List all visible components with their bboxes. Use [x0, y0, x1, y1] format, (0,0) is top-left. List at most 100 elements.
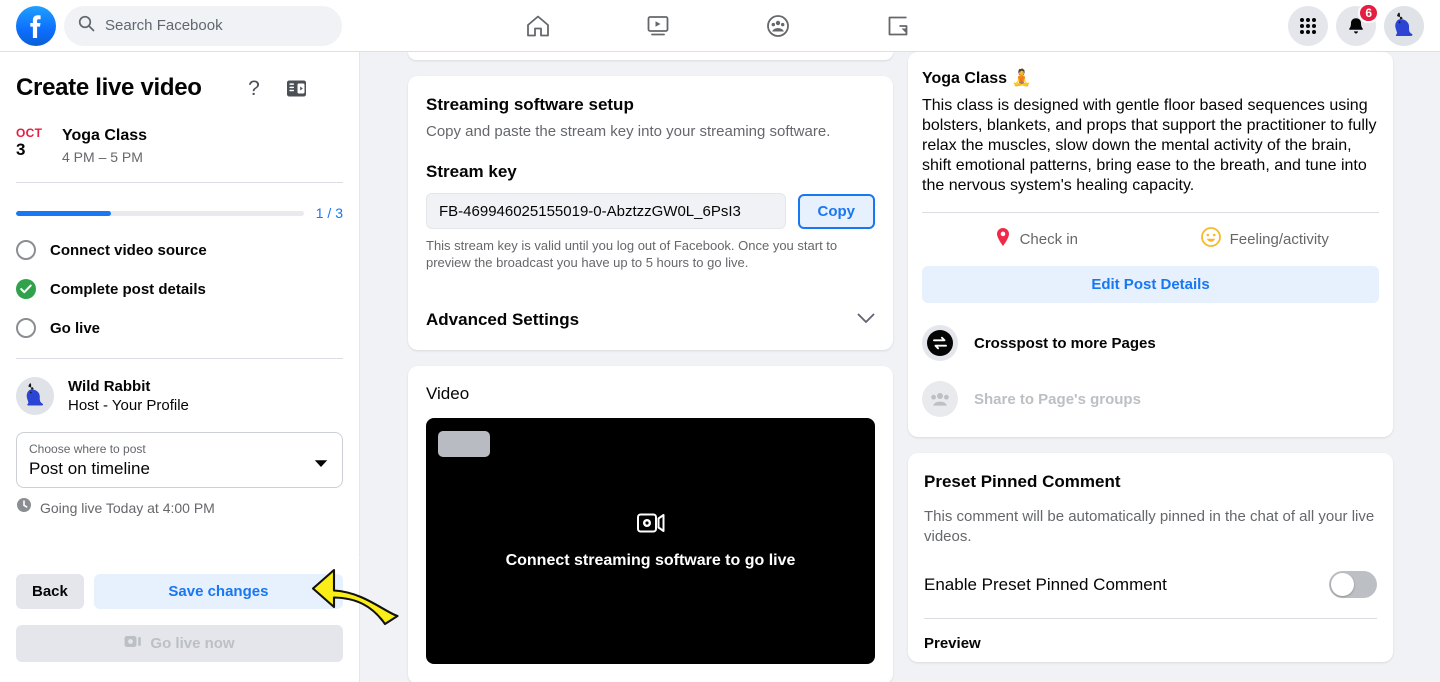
save-changes-button[interactable]: Save changes: [93, 574, 343, 609]
sidebar-divider-1: [16, 182, 343, 183]
edit-post-details-button[interactable]: Edit Post Details: [922, 266, 1379, 303]
sidebar-header-actions: ?: [244, 77, 343, 99]
video-section-title: Video: [426, 384, 470, 403]
pinned-comment-preview-label: Preview: [924, 635, 981, 652]
video-placeholder-chip: [438, 431, 490, 457]
crosspost-row[interactable]: Crosspost to more Pages: [922, 325, 1379, 361]
nav-right-group: 6: [1288, 0, 1424, 52]
host-row: Wild Rabbit Host - Your Profile: [16, 377, 343, 415]
page-title: Create live video: [16, 74, 202, 101]
setup-progress: 1 / 3: [16, 205, 343, 221]
going-live-status: Going live Today at 4:00 PM: [16, 497, 343, 518]
host-text-group: Wild Rabbit Host - Your Profile: [68, 377, 189, 415]
host-name: Wild Rabbit: [68, 378, 151, 395]
sidebar-footer-actions: Back Save changes Go live now: [0, 557, 360, 682]
camera-preview-icon: [636, 513, 665, 538]
copy-stream-key-button[interactable]: Copy: [797, 193, 875, 229]
nav-gaming-icon[interactable]: [838, 1, 958, 51]
smiley-face-icon: [1200, 227, 1221, 252]
video-preview-stage[interactable]: Connect streaming software to go live: [426, 418, 875, 664]
primary-button-row: Back Save changes: [16, 574, 343, 609]
advanced-settings-toggle[interactable]: Advanced Settings: [426, 310, 875, 330]
step-go-live[interactable]: Go live: [16, 318, 343, 338]
facebook-logo-icon[interactable]: [16, 5, 56, 46]
clock-icon: [16, 497, 32, 518]
grid-menu-icon[interactable]: [1288, 6, 1328, 46]
event-day: 3: [16, 140, 26, 159]
facebook-live-producer-page: Search Facebook 6 Create live video ? OC…: [0, 0, 1440, 682]
top-navigation-bar: Search Facebook 6: [0, 0, 1440, 52]
preset-pinned-comment-card: Preset Pinned Comment This comment will …: [908, 453, 1393, 662]
notifications-bell-icon[interactable]: 6: [1336, 3, 1379, 46]
streaming-card-body: Streaming software setup Copy and paste …: [408, 76, 893, 350]
event-name: Yoga Class: [62, 127, 148, 144]
stream-key-title: Stream key: [426, 162, 517, 181]
feeling-activity-button[interactable]: Feeling/activity: [1151, 215, 1380, 264]
profile-avatar[interactable]: [1384, 6, 1424, 46]
chevron-down-icon: [314, 455, 328, 473]
go-live-now-label: Go live now: [150, 635, 235, 652]
event-text-group: Yoga Class 4 PM – 5 PM: [62, 126, 147, 167]
crosspost-icon: [922, 325, 958, 361]
toggle-knob: [1331, 573, 1354, 596]
step-label: Connect video source: [50, 241, 207, 259]
post-action-row: Check in Feeling/activity: [922, 215, 1379, 264]
notification-badge: 6: [1358, 3, 1379, 23]
crosspost-label: Crosspost to more Pages: [974, 334, 1156, 352]
step-complete-post-details[interactable]: Complete post details: [16, 279, 343, 299]
going-live-text: Going live Today at 4:00 PM: [40, 499, 215, 516]
streaming-setup-title: Streaming software setup: [426, 95, 634, 114]
feeling-activity-label: Feeling/activity: [1229, 231, 1329, 248]
scheduled-event-summary: OCT 3 Yoga Class 4 PM – 5 PM: [16, 126, 343, 167]
advanced-settings-label: Advanced Settings: [426, 310, 580, 329]
step-incomplete-icon: [16, 240, 36, 260]
step-label: Complete post details: [50, 280, 206, 298]
nav-center-group: [478, 0, 958, 52]
right-column: Yoga Class 🧘 This class is designed with…: [908, 52, 1393, 682]
video-card-body: Video Connect streaming software to go l…: [408, 366, 893, 682]
step-complete-icon: [16, 279, 36, 299]
video-card: Video Connect streaming software to go l…: [408, 366, 893, 682]
nav-watch-icon[interactable]: [598, 1, 718, 51]
share-to-groups-label: Share to Page's groups: [974, 390, 1141, 408]
host-avatar: [16, 377, 54, 415]
go-live-now-button[interactable]: Go live now: [16, 625, 343, 662]
sidebar-header: Create live video ?: [16, 52, 343, 102]
help-question-icon[interactable]: ?: [244, 77, 264, 99]
post-preview-body: Yoga Class 🧘 This class is designed with…: [908, 52, 1393, 437]
search-icon: [78, 15, 95, 37]
step-connect-video-source[interactable]: Connect video source: [16, 240, 343, 260]
svg-text:?: ?: [248, 77, 260, 99]
groups-people-icon: [922, 381, 958, 417]
stream-key-note: This stream key is valid until you log o…: [426, 238, 838, 270]
step-label: Go live: [50, 319, 101, 337]
enable-pinned-comment-toggle[interactable]: [1329, 571, 1377, 598]
host-role: Host - Your Profile: [68, 397, 189, 414]
collapse-panel-icon[interactable]: [286, 79, 307, 98]
streaming-software-card: Streaming software setup Copy and paste …: [408, 76, 893, 350]
pinned-comment-divider: [924, 618, 1377, 619]
live-camera-icon: [124, 635, 142, 652]
video-connect-message: Connect streaming software to go live: [505, 551, 796, 569]
stream-key-input[interactable]: FB-469946025155019-0-AbztzzGW0L_6PsI3: [426, 193, 786, 229]
back-button[interactable]: Back: [16, 574, 84, 609]
post-destination-select[interactable]: Choose where to post Post on timeline: [16, 432, 343, 488]
location-pin-icon: [995, 227, 1011, 252]
post-title: Yoga Class 🧘: [922, 70, 1032, 87]
post-destination-label: Choose where to post: [29, 442, 146, 456]
enable-pinned-comment-row: Enable Preset Pinned Comment: [924, 571, 1377, 598]
search-input[interactable]: Search Facebook: [64, 5, 342, 46]
post-preview-card: Yoga Class 🧘 This class is designed with…: [908, 52, 1393, 437]
stream-key-row: FB-469946025155019-0-AbztzzGW0L_6PsI3 Co…: [426, 193, 875, 229]
check-in-button[interactable]: Check in: [922, 215, 1151, 264]
nav-groups-icon[interactable]: [718, 1, 838, 51]
check-in-label: Check in: [1019, 231, 1078, 248]
post-destination-value: Post on timeline: [29, 459, 150, 478]
progress-track: [16, 210, 304, 216]
step-incomplete-icon: [16, 318, 36, 338]
pinned-comment-title: Preset Pinned Comment: [924, 472, 1121, 491]
progress-fill: [16, 210, 111, 216]
nav-home-icon[interactable]: [478, 1, 598, 51]
pinned-comment-subtitle: This comment will be automatically pinne…: [924, 508, 1375, 545]
enable-pinned-comment-label: Enable Preset Pinned Comment: [924, 574, 1167, 594]
